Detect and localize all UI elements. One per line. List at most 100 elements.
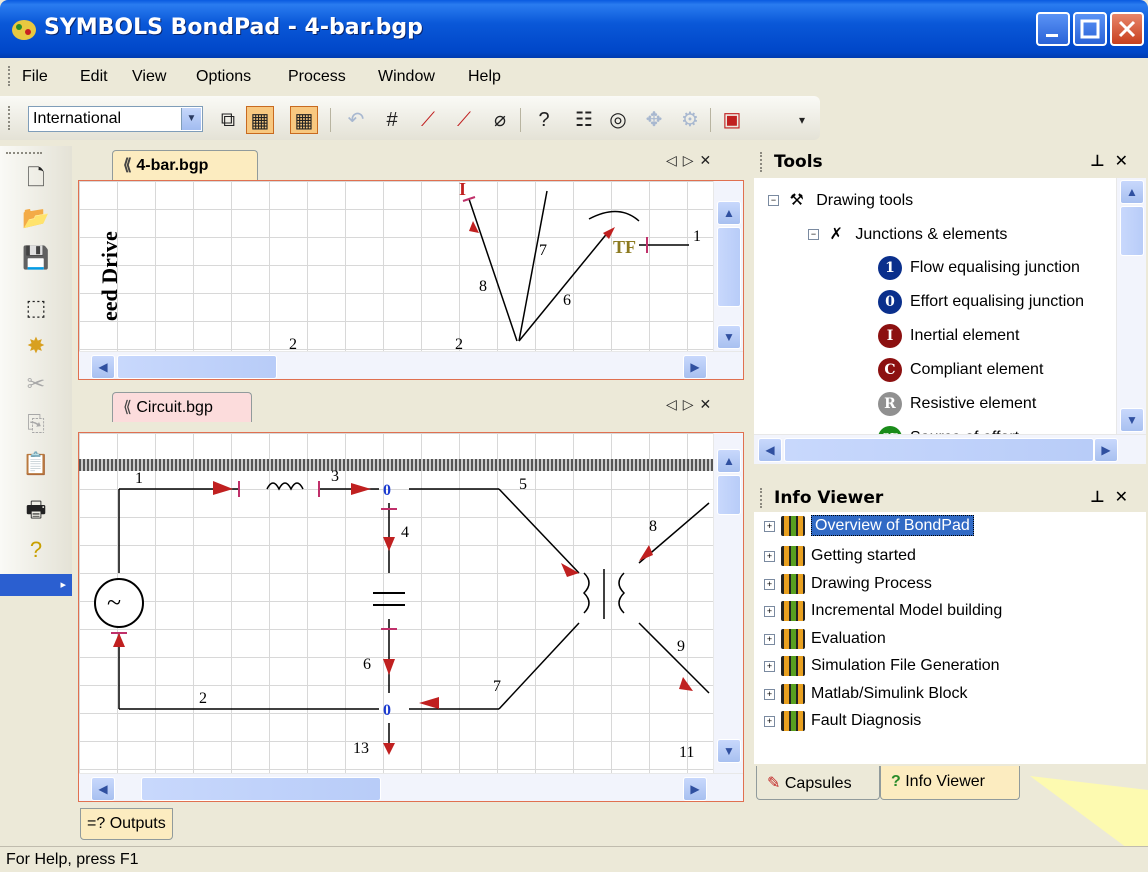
select-tool-icon[interactable]: ⧉ (214, 106, 242, 134)
tree-item-matlab[interactable]: + Matlab/Simulink Block (764, 684, 968, 704)
expand-icon[interactable]: + (764, 520, 775, 532)
open-folder-icon[interactable]: 📂 (22, 204, 50, 232)
book-icon (781, 684, 805, 704)
help-query-icon[interactable]: ? (530, 106, 558, 134)
grid-toggle-icon[interactable]: ▦ (246, 106, 274, 134)
new-file-icon[interactable]: 🗋 (22, 164, 50, 192)
tree-item-overview[interactable]: + Overview of BondPad (764, 515, 974, 537)
collapse-icon[interactable]: − (808, 229, 819, 241)
scroll-down-button[interactable]: ▼ (717, 739, 741, 763)
print-icon[interactable]: 🖶 (22, 496, 50, 524)
expand-icon[interactable]: + (764, 605, 775, 617)
scroll-right-button[interactable]: ▶ (1094, 438, 1118, 462)
grid-dots-icon[interactable]: ▦ (290, 106, 318, 134)
scroll-thumb[interactable] (117, 355, 277, 379)
tab-info-viewer[interactable]: ? Info Viewer (880, 766, 1020, 800)
canvas-4bar[interactable]: eed Drive I 7 8 6 TF 1 2 2 ▲ ▼ ◀ ▶ (78, 180, 744, 380)
vertical-scrollbar[interactable]: ▲ ▼ (713, 433, 743, 773)
menu-process[interactable]: Process (288, 68, 346, 86)
simulation-icon[interactable]: ▣ (718, 106, 746, 134)
half-arrow-icon[interactable]: ⟋ (450, 106, 478, 134)
tree-item-drawing-tools[interactable]: − ⚒ Drawing tools (768, 190, 913, 210)
close-button[interactable] (1110, 12, 1144, 46)
scroll-right-button[interactable]: ▶ (683, 777, 707, 801)
left-toolbar-overflow[interactable]: ▸ (0, 574, 72, 596)
toolbar-overflow-icon[interactable]: ▾ (788, 106, 816, 134)
svg-text:9: 9 (677, 638, 685, 655)
tree-item-fault-diagnosis[interactable]: + Fault Diagnosis (764, 711, 921, 731)
tree-item-inertial[interactable]: I Inertial element (878, 324, 1019, 348)
tree-item-effort-junction[interactable]: 0 Effort equalising junction (878, 290, 1084, 314)
expand-icon[interactable]: + (764, 633, 775, 645)
tab-circuit[interactable]: ⟪ Circuit.bgp (112, 392, 252, 422)
scroll-thumb[interactable] (717, 475, 741, 515)
horizontal-scrollbar[interactable]: ◀ ▶ (79, 351, 743, 379)
scroll-right-button[interactable]: ▶ (683, 355, 707, 379)
gear-icon[interactable]: ⚙ (676, 106, 704, 134)
tree-item-getting-started[interactable]: + Getting started (764, 546, 916, 566)
horizontal-scrollbar[interactable]: ◀ ▶ (754, 434, 1146, 464)
network-icon[interactable]: ✥ (640, 106, 668, 134)
scroll-left-button[interactable]: ◀ (91, 777, 115, 801)
scroll-up-button[interactable]: ▲ (717, 449, 741, 473)
tree-item-resistive[interactable]: R Resistive element (878, 392, 1036, 416)
tab-4bar[interactable]: ⟪ 4-bar.bgp (112, 150, 258, 180)
maximize-button[interactable] (1073, 12, 1107, 46)
scroll-left-button[interactable]: ◀ (758, 438, 782, 462)
minimize-button[interactable] (1036, 12, 1070, 46)
probe-icon[interactable]: ⌀ (486, 106, 514, 134)
expand-icon[interactable]: + (764, 715, 775, 727)
tree-item-drawing-process[interactable]: + Drawing Process (764, 574, 932, 594)
expand-icon[interactable]: + (764, 550, 775, 562)
standard-combo[interactable]: International ▼ (28, 106, 203, 132)
expand-icon[interactable]: + (764, 688, 775, 700)
expand-icon[interactable]: + (764, 660, 775, 672)
magic-icon[interactable]: ✸ (22, 332, 50, 360)
tree-item-evaluation[interactable]: + Evaluation (764, 629, 886, 649)
scroll-up-button[interactable]: ▲ (1120, 180, 1144, 204)
menu-options[interactable]: Options (196, 68, 251, 86)
scroll-left-button[interactable]: ◀ (91, 355, 115, 379)
undo-icon[interactable]: ↶ (342, 106, 370, 134)
tab-nav-controls[interactable]: ◁▷✕ (666, 152, 717, 169)
scroll-thumb[interactable] (141, 777, 381, 801)
copy-icon[interactable]: ⎘ (22, 410, 50, 438)
menu-view[interactable]: View (132, 68, 166, 86)
causality-icon[interactable]: ☷ (570, 106, 598, 134)
evaluate-icon[interactable]: ◎ (604, 106, 632, 134)
menu-edit[interactable]: Edit (80, 68, 108, 86)
scroll-down-button[interactable]: ▼ (1120, 408, 1144, 432)
tree-item-flow-junction[interactable]: 1 Flow equalising junction (878, 256, 1080, 280)
vertical-scrollbar[interactable]: ▲ ▼ (1116, 178, 1146, 434)
paste-icon[interactable]: 📋 (22, 450, 50, 478)
tab-outputs[interactable]: =? Outputs (80, 808, 173, 840)
scroll-thumb[interactable] (717, 227, 741, 307)
tab-capsules[interactable]: ✎ Capsules (756, 766, 880, 800)
select-rect-icon[interactable]: ⬚ (22, 294, 50, 322)
pin-close-icons[interactable]: ⊥✕ (1090, 151, 1138, 170)
help-icon[interactable]: ? (22, 536, 50, 564)
scroll-thumb[interactable] (784, 438, 1094, 462)
tree-item-compliant[interactable]: C Compliant element (878, 358, 1043, 382)
expand-icon[interactable]: + (764, 578, 775, 590)
save-icon[interactable]: 💾 (22, 244, 50, 272)
horizontal-scrollbar[interactable]: ◀ ▶ (79, 773, 743, 801)
cut-icon[interactable]: ✂ (22, 370, 50, 398)
bond-icon[interactable]: ⟋ (414, 106, 442, 134)
scroll-up-button[interactable]: ▲ (717, 201, 741, 225)
tree-item-incremental[interactable]: + Incremental Model building (764, 601, 1002, 621)
menu-file[interactable]: File (22, 68, 48, 86)
scroll-thumb[interactable] (1120, 206, 1144, 256)
menu-window[interactable]: Window (378, 68, 435, 86)
canvas-circuit[interactable]: ~ 1 3 0 5 4 8 6 9 2 0 7 13 11 ▲ ▼ ◀ ▶ (78, 432, 744, 802)
tab-nav-controls[interactable]: ◁▷✕ (666, 396, 717, 413)
tree-item-simulation-file[interactable]: + Simulation File Generation (764, 656, 1000, 676)
menu-help[interactable]: Help (468, 68, 501, 86)
scroll-down-button[interactable]: ▼ (717, 325, 741, 349)
tree-item-junctions[interactable]: − ✗ Junctions & elements (808, 224, 1007, 244)
chevron-down-icon[interactable]: ▼ (181, 108, 201, 130)
collapse-icon[interactable]: − (768, 195, 779, 207)
vertical-scrollbar[interactable]: ▲ ▼ (713, 181, 743, 351)
hash-icon[interactable]: # (378, 106, 406, 134)
pin-close-icons[interactable]: ⊥✕ (1090, 487, 1138, 506)
